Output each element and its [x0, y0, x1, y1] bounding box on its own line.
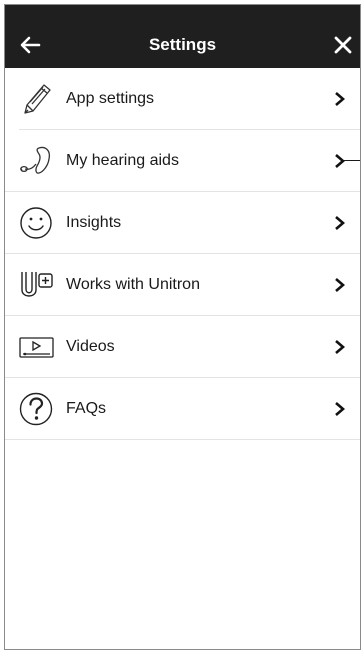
- settings-item-label: Videos: [66, 338, 115, 355]
- settings-item-label: Works with Unitron: [66, 276, 200, 293]
- settings-item-insights[interactable]: Insights: [5, 192, 360, 254]
- chevron-right-icon: [335, 340, 345, 354]
- chevron-right-icon: [335, 92, 345, 106]
- callout-line: [344, 160, 360, 161]
- settings-item-app-settings[interactable]: App settings: [5, 68, 360, 130]
- close-icon[interactable]: [332, 34, 354, 56]
- settings-item-label: Insights: [66, 214, 122, 231]
- pencil-icon: [24, 84, 51, 114]
- settings-item-label: My hearing aids: [66, 152, 179, 169]
- question-icon: [19, 392, 53, 426]
- settings-item-label: FAQs: [66, 400, 107, 417]
- settings-item-faqs[interactable]: FAQs: [5, 378, 360, 440]
- hearing-aid-icon: [20, 146, 51, 174]
- smiley-icon: [20, 207, 52, 239]
- chevron-right-icon: [335, 154, 345, 168]
- chevron-right-icon: [335, 402, 345, 416]
- settings-item-my-hearing-aids[interactable]: My hearing aids: [5, 130, 360, 192]
- app-window: Settings App settings My hearing aids In…: [4, 4, 361, 650]
- settings-item-videos[interactable]: Videos: [5, 316, 360, 378]
- top-bar: Settings: [5, 5, 360, 68]
- video-player-icon: [19, 337, 54, 358]
- settings-list: App settings My hearing aids Insights Wo…: [5, 68, 360, 440]
- settings-item-works-with-unitron[interactable]: Works with Unitron: [5, 254, 360, 316]
- works-with-unitron-icon: [21, 272, 53, 297]
- chevron-right-icon: [335, 216, 345, 230]
- page-title: Settings: [148, 35, 217, 54]
- settings-item-label: App settings: [66, 90, 155, 107]
- chevron-right-icon: [335, 278, 345, 292]
- divider: [5, 439, 360, 440]
